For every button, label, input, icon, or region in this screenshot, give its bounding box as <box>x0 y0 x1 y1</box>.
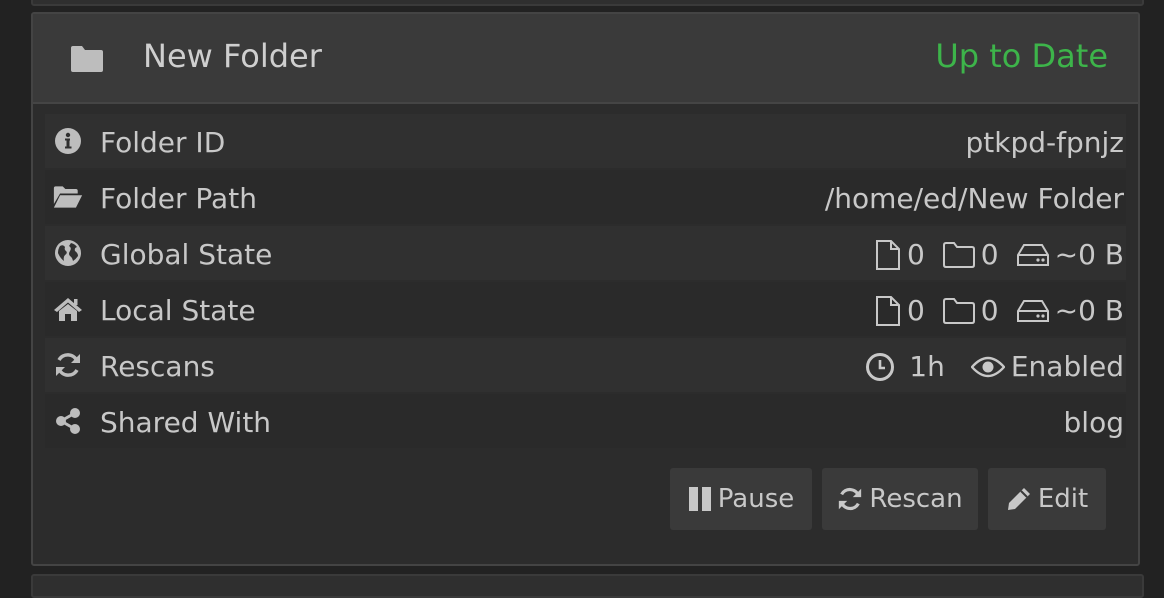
row-label: Local State <box>100 294 256 327</box>
clock-icon <box>866 352 895 381</box>
global-files: 0 <box>875 238 925 271</box>
global-dirs-count: 0 <box>980 238 999 271</box>
watcher-status: Enabled <box>970 350 1124 383</box>
row-local-state: Local State 0 0 ~0 B <box>45 282 1126 336</box>
local-files: 0 <box>875 294 925 327</box>
folder-panel-footer: Pause Rescan Edit <box>33 450 1138 550</box>
file-icon <box>875 295 900 326</box>
global-dirs: 0 <box>942 238 999 271</box>
local-size: ~0 B <box>1016 294 1124 327</box>
hdd-icon <box>1016 299 1049 322</box>
folder-title: New Folder <box>143 37 322 75</box>
local-size-value: ~0 B <box>1054 294 1124 327</box>
row-label: Folder Path <box>100 182 257 215</box>
row-label: Rescans <box>100 350 215 383</box>
folder-panel-header[interactable]: New Folder Up to Date <box>33 14 1138 104</box>
folder-status: Up to Date <box>935 37 1108 75</box>
folder-outline-icon <box>942 297 975 324</box>
next-panel-edge <box>31 574 1144 598</box>
row-shared-with: Shared With blog <box>45 394 1126 448</box>
previous-panel-edge <box>31 0 1144 6</box>
shared-with-value[interactable]: blog <box>1064 406 1124 439</box>
folder-open-icon <box>53 183 83 211</box>
rescan-interval-value: 1h <box>909 350 945 383</box>
rescan-interval: 1h <box>865 350 945 383</box>
share-icon <box>53 407 83 435</box>
row-label: Shared With <box>100 406 272 439</box>
edit-button[interactable]: Edit <box>988 468 1106 530</box>
local-dirs-count: 0 <box>980 294 999 327</box>
pause-button-label: Pause <box>717 484 795 514</box>
folder-details: Folder ID ptkpd-fpnjz Folder Path /home/… <box>33 104 1138 448</box>
rescan-button-label: Rescan <box>869 484 963 514</box>
local-files-count: 0 <box>906 294 925 327</box>
edit-button-label: Edit <box>1037 484 1089 514</box>
row-rescans: Rescans 1h Enabled <box>45 338 1126 392</box>
row-label: Global State <box>100 238 273 271</box>
row-label: Folder ID <box>100 126 226 159</box>
pause-icon <box>688 487 711 511</box>
local-dirs: 0 <box>942 294 999 327</box>
row-global-state: Global State 0 0 ~0 B <box>45 226 1126 280</box>
rescans-value: 1h Enabled <box>847 350 1124 383</box>
watcher-status-value: Enabled <box>1010 350 1124 383</box>
home-icon <box>53 295 83 323</box>
eye-icon <box>970 356 1005 377</box>
hdd-icon <box>1016 243 1049 266</box>
folder-id-value: ptkpd-fpnjz <box>965 126 1124 159</box>
folder-path-value: /home/ed/New Folder <box>824 182 1124 215</box>
rescan-button[interactable]: Rescan <box>822 468 978 530</box>
row-folder-path: Folder Path /home/ed/New Folder <box>45 170 1126 224</box>
pencil-icon <box>1007 488 1030 510</box>
refresh-icon <box>53 351 83 379</box>
global-state-value: 0 0 ~0 B <box>857 238 1124 271</box>
local-state-value: 0 0 ~0 B <box>857 294 1124 327</box>
file-icon <box>875 239 900 270</box>
folder-panel: New Folder Up to Date Folder ID ptkpd-fp… <box>31 12 1140 566</box>
globe-icon <box>53 239 83 267</box>
global-files-count: 0 <box>906 238 925 271</box>
row-folder-id: Folder ID ptkpd-fpnjz <box>45 114 1126 168</box>
global-size: ~0 B <box>1016 238 1124 271</box>
folder-icon <box>69 44 105 74</box>
global-size-value: ~0 B <box>1054 238 1124 271</box>
refresh-icon <box>839 487 862 511</box>
pause-button[interactable]: Pause <box>670 468 812 530</box>
folder-outline-icon <box>942 241 975 268</box>
info-circle-icon <box>53 127 83 155</box>
